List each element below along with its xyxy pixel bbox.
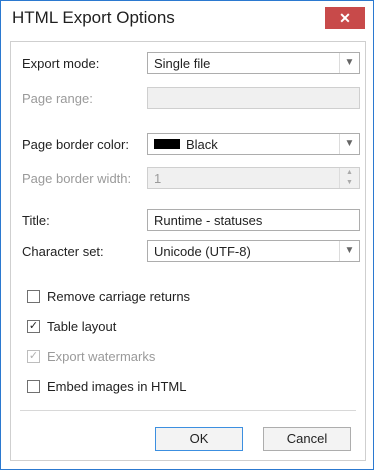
remove-carriage-returns-option[interactable]: Remove carriage returns bbox=[27, 288, 357, 308]
html-export-options-dialog: HTML Export Options ✕ Export mode: Singl… bbox=[0, 0, 374, 470]
spin-buttons: ▲ ▼ bbox=[339, 168, 359, 188]
page-range-row: Page range: bbox=[20, 87, 360, 111]
remove-carriage-returns-label: Remove carriage returns bbox=[47, 289, 191, 304]
close-button[interactable]: ✕ bbox=[325, 7, 365, 29]
character-set-select[interactable]: Unicode (UTF-8) ▼ bbox=[147, 240, 360, 262]
page-range-label: Page range: bbox=[22, 91, 93, 106]
chevron-down-icon[interactable]: ▼ bbox=[339, 53, 359, 73]
table-layout-option[interactable]: ✓ Table layout bbox=[27, 318, 357, 338]
color-swatch bbox=[154, 139, 180, 149]
export-watermarks-label: Export watermarks bbox=[47, 349, 156, 364]
page-border-color-row: Page border color: Black ▼ bbox=[20, 133, 360, 157]
page-border-color-value: Black bbox=[186, 137, 218, 152]
remove-carriage-returns-checkbox[interactable] bbox=[27, 290, 40, 303]
chevron-down-icon[interactable]: ▼ bbox=[339, 241, 359, 261]
page-border-width-value: 1 bbox=[154, 171, 162, 186]
page-range-input bbox=[147, 87, 360, 109]
title-bar: HTML Export Options ✕ bbox=[1, 1, 373, 35]
spin-up-icon: ▲ bbox=[346, 169, 353, 176]
ok-button[interactable]: OK bbox=[155, 427, 243, 451]
embed-images-option[interactable]: Embed images in HTML bbox=[27, 378, 357, 398]
title-value: Runtime - statuses bbox=[154, 213, 263, 228]
spin-down-icon: ▼ bbox=[346, 179, 353, 186]
divider bbox=[20, 410, 356, 411]
export-watermarks-checkbox: ✓ bbox=[27, 350, 40, 363]
page-border-width-spinner: 1 ▲ ▼ bbox=[147, 167, 360, 189]
export-mode-label: Export mode: bbox=[22, 56, 100, 71]
chevron-down-icon[interactable]: ▼ bbox=[339, 134, 359, 154]
character-set-value: Unicode (UTF-8) bbox=[154, 244, 251, 259]
table-layout-checkbox[interactable]: ✓ bbox=[27, 320, 40, 333]
export-mode-row: Export mode: Single file ▼ bbox=[20, 52, 360, 76]
options-panel: Export mode: Single file ▼ Page range: P… bbox=[10, 41, 366, 461]
page-border-width-row: Page border width: 1 ▲ ▼ bbox=[20, 167, 360, 191]
table-layout-label: Table layout bbox=[47, 319, 117, 334]
embed-images-checkbox[interactable] bbox=[27, 380, 40, 393]
export-mode-value: Single file bbox=[154, 56, 211, 71]
title-row: Title: Runtime - statuses bbox=[20, 209, 360, 233]
embed-images-label: Embed images in HTML bbox=[47, 379, 187, 394]
character-set-row: Character set: Unicode (UTF-8) ▼ bbox=[20, 240, 360, 264]
character-set-label: Character set: bbox=[22, 244, 104, 259]
export-mode-select[interactable]: Single file ▼ bbox=[147, 52, 360, 74]
title-label: Title: bbox=[22, 213, 50, 228]
title-input[interactable]: Runtime - statuses bbox=[147, 209, 360, 231]
export-watermarks-option: ✓ Export watermarks bbox=[27, 348, 357, 368]
page-border-width-label: Page border width: bbox=[22, 171, 132, 186]
cancel-button[interactable]: Cancel bbox=[263, 427, 351, 451]
window-title: HTML Export Options bbox=[12, 8, 175, 27]
page-border-color-label: Page border color: bbox=[22, 137, 129, 152]
close-icon: ✕ bbox=[339, 10, 351, 26]
page-border-color-select[interactable]: Black ▼ bbox=[147, 133, 360, 155]
